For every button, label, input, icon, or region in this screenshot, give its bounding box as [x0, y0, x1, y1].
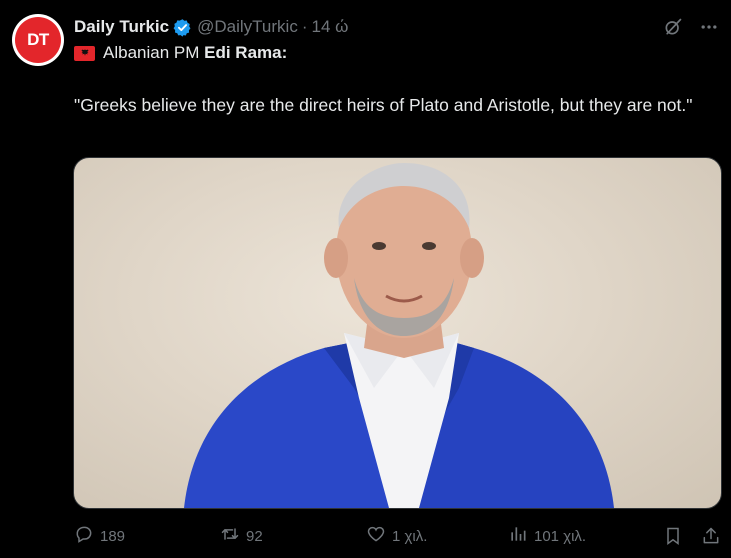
like-button[interactable]: 1 χιλ.	[366, 524, 508, 548]
retweet-count: 92	[246, 527, 263, 545]
more-options-icon[interactable]	[699, 17, 719, 37]
tweet-actions: 189 92 1 χιλ. 101 χιλ.	[74, 524, 721, 548]
grok-icon[interactable]	[663, 17, 683, 37]
reply-icon	[74, 524, 94, 548]
retweet-button[interactable]: 92	[220, 524, 366, 548]
heart-icon	[366, 524, 386, 548]
reply-button[interactable]: 189	[74, 524, 220, 548]
bookmark-icon[interactable]	[663, 526, 683, 546]
display-name[interactable]: Daily Turkic	[74, 17, 169, 37]
tweet-name: Edi Rama:	[204, 43, 288, 62]
reply-count: 189	[100, 527, 126, 545]
tweet-text-line1: Albanian PM Edi Rama:	[74, 43, 287, 63]
verified-badge-icon	[173, 18, 192, 37]
share-icon[interactable]	[701, 526, 721, 546]
analytics-icon	[508, 524, 528, 548]
views-count: 101 χιλ.	[534, 527, 587, 545]
separator-dot: ·	[301, 17, 308, 36]
tweet-photo[interactable]	[73, 157, 722, 509]
views-button[interactable]: 101 χιλ.	[508, 524, 654, 548]
handle[interactable]: @DailyTurkic	[197, 17, 298, 37]
portrait-illustration	[184, 163, 614, 508]
avatar-logo: DT	[15, 17, 61, 63]
tweet-header: Daily Turkic @DailyTurkic · 14 ώ	[74, 14, 719, 40]
avatar[interactable]: DT	[12, 14, 64, 66]
retweet-icon	[220, 524, 240, 548]
timestamp[interactable]: 14 ώ	[312, 17, 349, 37]
albania-flag-icon	[74, 45, 95, 61]
like-count: 1 χιλ.	[392, 527, 428, 545]
tweet-prefix: Albanian PM	[103, 43, 205, 62]
tweet-quote: "Greeks believe they are the direct heir…	[74, 95, 693, 115]
